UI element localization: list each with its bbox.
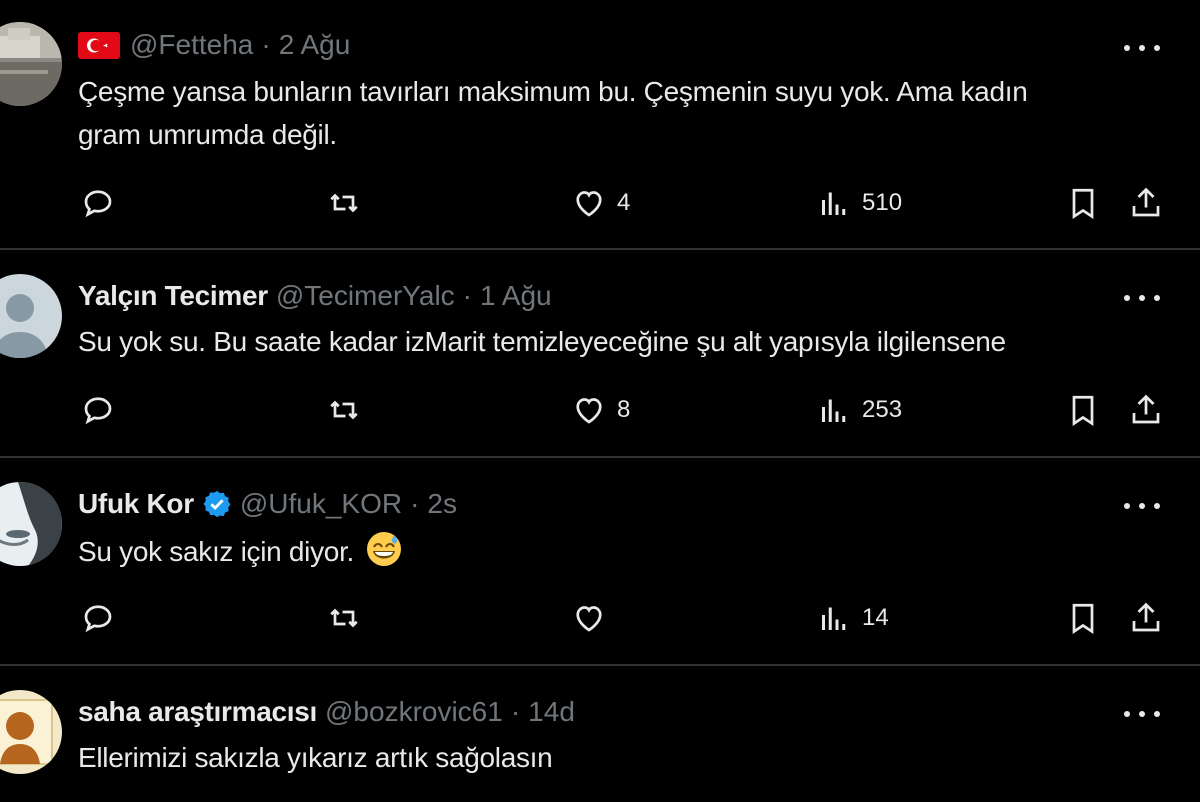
like-button[interactable]: 4	[571, 178, 630, 228]
views-button[interactable]: 14	[816, 593, 889, 643]
like-button[interactable]: 8	[571, 385, 630, 435]
bookmark-icon	[1072, 395, 1094, 427]
timestamp[interactable]: 2 Ağu	[279, 29, 351, 61]
bookmark-button[interactable]	[1065, 385, 1101, 435]
avatar-default[interactable]	[0, 274, 62, 358]
author-handle[interactable]: @Ufuk_KOR	[240, 488, 402, 520]
separator-dot: ·	[510, 696, 521, 727]
heart-icon	[576, 191, 602, 217]
author-name[interactable]: Yalçın Tecimer	[78, 280, 268, 312]
share-icon	[1132, 187, 1160, 217]
tweet-2[interactable]: Yalçın Tecimer @TecimerYalc · 1 Ağu Su y…	[0, 250, 1200, 458]
views-button[interactable]: 253	[816, 385, 902, 435]
reply-button[interactable]	[80, 178, 126, 228]
like-count: 8	[617, 396, 631, 423]
tweet-header: saha araştırmacısı @bozkrovic61 · 14d	[78, 692, 575, 732]
retweet-icon	[330, 193, 358, 213]
reply-icon	[84, 605, 112, 633]
views-button[interactable]: 510	[816, 178, 902, 228]
share-button[interactable]	[1128, 593, 1164, 643]
retweet-icon	[330, 400, 358, 420]
tweet-actions: 14	[0, 593, 1200, 643]
like-button[interactable]	[571, 593, 617, 643]
reply-button[interactable]	[80, 593, 126, 643]
more-icon	[1124, 711, 1130, 717]
avatar-bozkrovic[interactable]	[0, 690, 62, 774]
heart-icon	[576, 606, 602, 632]
views-icon	[822, 399, 846, 422]
tweet-text: Çeşme yansa bunların tavırları maksimum …	[78, 76, 1028, 150]
retweet-button[interactable]	[326, 178, 372, 228]
tweet-header: Yalçın Tecimer @TecimerYalc · 1 Ağu	[78, 276, 552, 316]
share-button[interactable]	[1128, 178, 1164, 228]
avatar-ufuk[interactable]	[0, 482, 62, 566]
view-count: 510	[862, 189, 903, 216]
tweet-text: Su yok su. Bu saate kadar izMarit temizl…	[78, 326, 1006, 357]
tweet-header: Ufuk Kor @Ufuk_KOR · 2s	[78, 484, 457, 524]
retweet-button[interactable]	[326, 385, 372, 435]
more-options-button[interactable]	[1124, 702, 1160, 726]
retweet-icon	[330, 608, 358, 628]
timestamp[interactable]: 2s	[427, 488, 457, 520]
tweet-text: Ellerimizi sakızla yıkarız artık sağolas…	[78, 742, 553, 773]
bookmark-button[interactable]	[1065, 593, 1101, 643]
grinning-sweat-emoji-icon	[366, 531, 402, 567]
more-options-button[interactable]	[1124, 36, 1160, 60]
more-icon	[1124, 295, 1130, 301]
bookmark-icon	[1072, 188, 1094, 220]
reply-icon	[84, 190, 112, 218]
tweet-3[interactable]: Ufuk Kor @Ufuk_KOR · 2s Su yok sakız içi…	[0, 458, 1200, 666]
bookmark-button[interactable]	[1065, 178, 1101, 228]
separator-dot: ·	[261, 29, 271, 60]
views-icon	[822, 192, 846, 215]
author-handle[interactable]: @TecimerYalc	[276, 280, 455, 312]
reply-icon	[84, 397, 112, 425]
tweet-text-row: Su yok sakız için diyor.	[78, 530, 1178, 573]
view-count: 14	[862, 604, 889, 631]
tweet-actions: 4 510	[0, 178, 1200, 228]
verified-badge-icon	[202, 489, 232, 519]
share-icon	[1132, 602, 1160, 632]
more-options-button[interactable]	[1124, 494, 1160, 518]
view-count: 253	[862, 396, 903, 423]
more-icon	[1124, 45, 1130, 51]
share-icon	[1132, 394, 1160, 424]
separator-dot: ·	[410, 488, 420, 519]
bookmark-icon	[1072, 603, 1094, 635]
avatar-fetteha[interactable]	[0, 22, 62, 106]
author-name[interactable]: saha araştırmacısı	[78, 696, 317, 728]
more-icon	[1124, 503, 1130, 509]
separator-dot: ·	[462, 280, 472, 311]
timestamp[interactable]: 14d	[528, 696, 575, 728]
tweet-1[interactable]: @Fetteha · 2 Ağu Çeşme yansa bunların ta…	[0, 0, 1200, 250]
turkey-flag-icon	[78, 31, 120, 59]
author-handle[interactable]: @bozkrovic61	[325, 696, 503, 728]
timestamp[interactable]: 1 Ağu	[480, 280, 552, 312]
reply-button[interactable]	[80, 385, 126, 435]
share-button[interactable]	[1128, 385, 1164, 435]
tweet-actions: 8 253	[0, 385, 1200, 435]
retweet-button[interactable]	[326, 593, 372, 643]
author-name[interactable]: Ufuk Kor	[78, 488, 194, 520]
tweet-header: @Fetteha · 2 Ağu	[78, 25, 350, 65]
views-icon	[822, 607, 846, 630]
heart-icon	[576, 398, 602, 424]
author-handle[interactable]: @Fetteha	[130, 29, 253, 61]
more-options-button[interactable]	[1124, 286, 1160, 310]
like-count: 4	[617, 189, 631, 216]
tweet-text: Su yok sakız için diyor.	[78, 536, 355, 567]
tweet-4[interactable]: saha araştırmacısı @bozkrovic61 · 14d El…	[0, 666, 1200, 802]
